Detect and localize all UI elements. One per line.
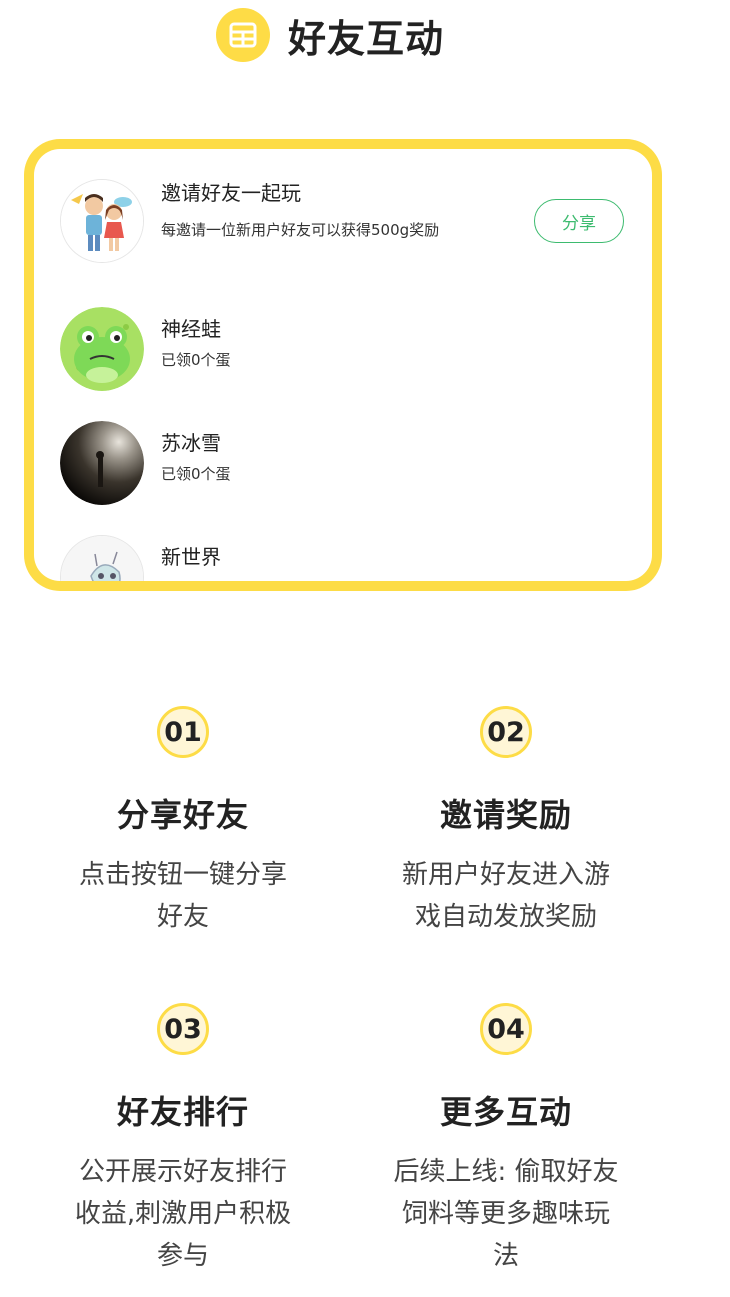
friend-row[interactable]: 神经蛙 已领0个蛋	[60, 307, 626, 391]
friend-name: 神经蛙	[161, 317, 221, 341]
feature-item: 04 更多互动 后续上线: 偷取好友饲料等更多趣味玩法	[356, 1003, 656, 1277]
feature-number-badge: 02	[480, 706, 532, 758]
feature-item: 01 分享好友 点击按钮一键分享好友	[33, 706, 333, 938]
dark-photo-avatar	[60, 421, 144, 505]
grid-icon	[215, 8, 270, 62]
couple-cartoon-avatar	[60, 179, 144, 263]
share-button[interactable]: 分享	[534, 199, 624, 243]
page-title: 好友互动	[287, 16, 444, 61]
friends-card: 邀请好友一起玩 每邀请一位新用户好友可以获得500g奖励 分享 神经蛙 已领0个…	[24, 139, 662, 591]
feature-desc: 新用户好友进入游戏自动发放奖励	[401, 860, 610, 932]
friend-status: 已领0个蛋	[161, 351, 231, 369]
feature-desc: 点击按钮一键分享好友	[78, 860, 287, 932]
friend-row[interactable]: 苏冰雪 已领0个蛋	[60, 421, 626, 505]
feature-title: 邀请奖励	[439, 796, 572, 834]
invite-desc: 每邀请一位新用户好友可以获得500g奖励	[161, 221, 440, 239]
feature-number-badge: 04	[480, 1003, 532, 1055]
friend-name: 新世界	[161, 545, 221, 569]
friends-list[interactable]: 邀请好友一起玩 每邀请一位新用户好友可以获得500g奖励 分享 神经蛙 已领0个…	[34, 149, 652, 581]
sketch-avatar	[60, 535, 144, 581]
feature-number-badge: 01	[157, 706, 209, 758]
feature-desc: 后续上线: 偷取好友饲料等更多趣味玩法	[393, 1157, 619, 1271]
invite-row: 邀请好友一起玩 每邀请一位新用户好友可以获得500g奖励 分享	[60, 179, 626, 263]
frog-avatar	[60, 307, 144, 391]
friend-row[interactable]: 新世界	[60, 535, 626, 581]
feature-title: 分享好友	[116, 796, 249, 834]
feature-desc: 公开展示好友排行收益,刺激用户积极参与	[74, 1157, 292, 1271]
friend-name: 苏冰雪	[161, 431, 221, 455]
feature-title: 好友排行	[116, 1093, 249, 1131]
friend-status: 已领0个蛋	[161, 465, 231, 483]
feature-title: 更多互动	[439, 1093, 572, 1131]
feature-item: 03 好友排行 公开展示好友排行收益,刺激用户积极参与	[33, 1003, 333, 1277]
page-header: 好友互动	[0, 0, 730, 70]
feature-number-badge: 03	[157, 1003, 209, 1055]
feature-item: 02 邀请奖励 新用户好友进入游戏自动发放奖励	[356, 706, 656, 938]
